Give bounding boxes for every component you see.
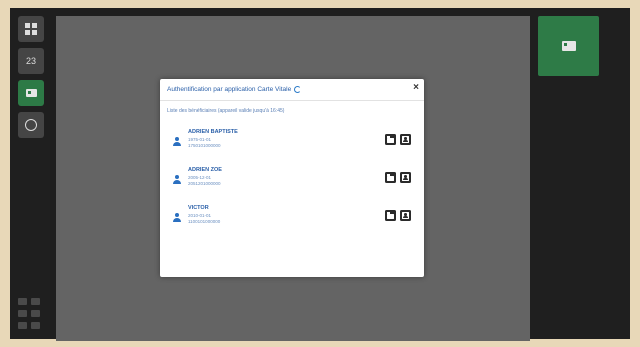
patient-card-button[interactable] <box>400 134 411 145</box>
modal-header: Authentification par application Carte V… <box>160 79 424 101</box>
sidebar-bottom-tools <box>18 293 44 329</box>
card-icon <box>25 89 37 97</box>
sidebar-item-home[interactable] <box>18 16 44 42</box>
sidebar-item-network[interactable] <box>18 112 44 138</box>
auth-modal: Authentification par application Carte V… <box>160 79 424 277</box>
folder-icon <box>387 136 394 143</box>
beneficiary-row: VICTOR 2010-01-01 1100101000000 <box>172 205 412 233</box>
sidebar-item-calendar[interactable]: 23 <box>18 48 44 74</box>
beneficiary-nir: 2051201000000 <box>188 181 221 186</box>
refresh-icon[interactable] <box>294 86 302 93</box>
vitale-card-tile[interactable] <box>538 16 599 76</box>
beneficiary-list-subtitle: Liste des bénéficiaires (appareil valide… <box>167 108 285 114</box>
open-folder-button[interactable] <box>385 134 396 145</box>
card-icon <box>561 41 576 51</box>
modal-title: Authentification par application Carte V… <box>167 86 302 94</box>
beneficiary-dob: 2010-01-01 <box>188 213 212 218</box>
modal-title-text: Authentification par application Carte V… <box>167 86 292 94</box>
beneficiary-name[interactable]: VICTOR <box>188 205 209 211</box>
sidebar-item-vitale-card[interactable] <box>18 80 44 106</box>
globe-icon <box>25 119 37 131</box>
beneficiary-dob: 1975-01-01 <box>188 137 212 142</box>
user-icon <box>172 137 182 147</box>
grid-icon <box>25 23 37 35</box>
beneficiary-row: ADRIEN ZOE 2005-12-01 2051201000000 <box>172 167 412 195</box>
contact-card-icon <box>402 174 409 181</box>
tool-icon[interactable] <box>18 322 27 329</box>
folder-icon <box>387 174 394 181</box>
tool-icon[interactable] <box>31 322 40 329</box>
calendar-icon: 23 <box>25 56 36 66</box>
tool-icon[interactable] <box>31 298 40 305</box>
tool-icon[interactable] <box>31 310 40 317</box>
contact-card-icon <box>402 212 409 219</box>
beneficiary-nir: 1100101000000 <box>188 219 221 224</box>
contact-card-icon <box>402 136 409 143</box>
tool-icon[interactable] <box>18 298 27 305</box>
patient-card-button[interactable] <box>400 210 411 221</box>
beneficiary-row: ADRIEN BAPTISTE 1975-01-01 1750101000000 <box>172 129 412 157</box>
folder-icon <box>387 212 394 219</box>
user-icon <box>172 175 182 185</box>
close-button[interactable]: × <box>413 82 419 93</box>
sidebar: 23 <box>10 8 54 339</box>
open-folder-button[interactable] <box>385 210 396 221</box>
beneficiary-dob: 2005-12-01 <box>188 175 212 180</box>
beneficiary-name[interactable]: ADRIEN ZOE <box>188 167 222 173</box>
tool-icon[interactable] <box>18 310 27 317</box>
open-folder-button[interactable] <box>385 172 396 183</box>
user-icon <box>172 213 182 223</box>
patient-card-button[interactable] <box>400 172 411 183</box>
beneficiary-nir: 1750101000000 <box>188 143 221 148</box>
beneficiary-name[interactable]: ADRIEN BAPTISTE <box>188 129 238 135</box>
